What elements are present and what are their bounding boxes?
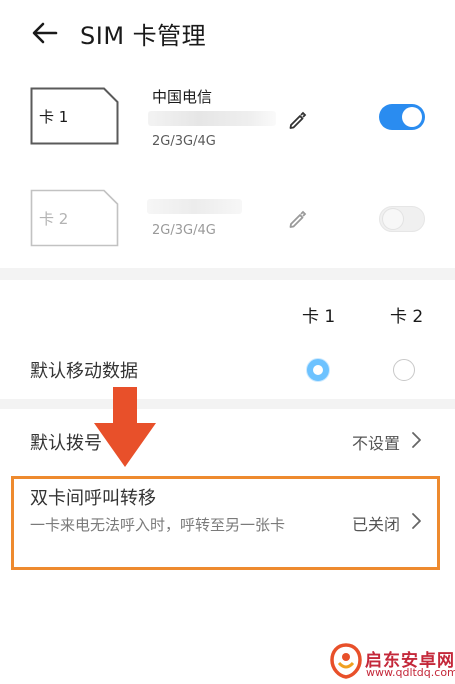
sim-1-carrier-name: 中国电信 xyxy=(152,88,213,106)
default-data-sim-2-radio[interactable] xyxy=(393,359,415,381)
page-title: SIM 卡管理 xyxy=(80,22,207,50)
arrow-down-icon xyxy=(94,387,156,467)
sim-1-network-type: 2G/3G/4G xyxy=(152,134,216,149)
toggle-knob xyxy=(383,209,403,229)
call-forward-description: 一卡来电无法呼入时，呼转至另一张卡 xyxy=(30,516,286,534)
chevron-right-icon[interactable] xyxy=(411,431,423,449)
toggle-knob xyxy=(402,107,422,127)
default-dial-value[interactable]: 不设置 xyxy=(352,430,400,454)
default-data-sim-1-radio[interactable] xyxy=(307,359,329,381)
sim-2-network-type: 2G/3G/4G xyxy=(152,223,216,238)
call-forward-value[interactable]: 已关闭 xyxy=(352,511,400,535)
default-dial-label[interactable]: 默认拨号 xyxy=(30,429,102,455)
sim-card-1-label: 卡 1 xyxy=(39,108,69,126)
column-header-sim-1: 卡 1 xyxy=(302,307,336,327)
back-arrow-icon[interactable] xyxy=(30,18,60,48)
section-divider xyxy=(0,268,455,280)
sim-1-number-redacted xyxy=(148,111,276,126)
watermark-url: www.qdltdq.com xyxy=(366,666,455,679)
sim-2-carrier-redacted xyxy=(147,199,242,214)
sim-2-enable-toggle[interactable] xyxy=(379,206,425,232)
section-divider xyxy=(0,399,455,409)
chevron-right-icon[interactable] xyxy=(411,512,423,530)
sim-card-2-label: 卡 2 xyxy=(39,210,69,228)
sim-1-enable-toggle[interactable] xyxy=(379,104,425,130)
column-header-sim-2: 卡 2 xyxy=(390,307,424,327)
default-mobile-data-label: 默认移动数据 xyxy=(30,361,138,382)
call-forward-title[interactable]: 双卡间呼叫转移 xyxy=(30,484,156,510)
sim-card-2-icon: 卡 2 xyxy=(30,189,119,247)
sim-card-1-icon: 卡 1 xyxy=(30,87,119,145)
watermark-logo-icon xyxy=(330,643,362,679)
sim-2-edit-pencil-icon[interactable] xyxy=(287,209,307,229)
sim-1-edit-pencil-icon[interactable] xyxy=(287,110,307,130)
